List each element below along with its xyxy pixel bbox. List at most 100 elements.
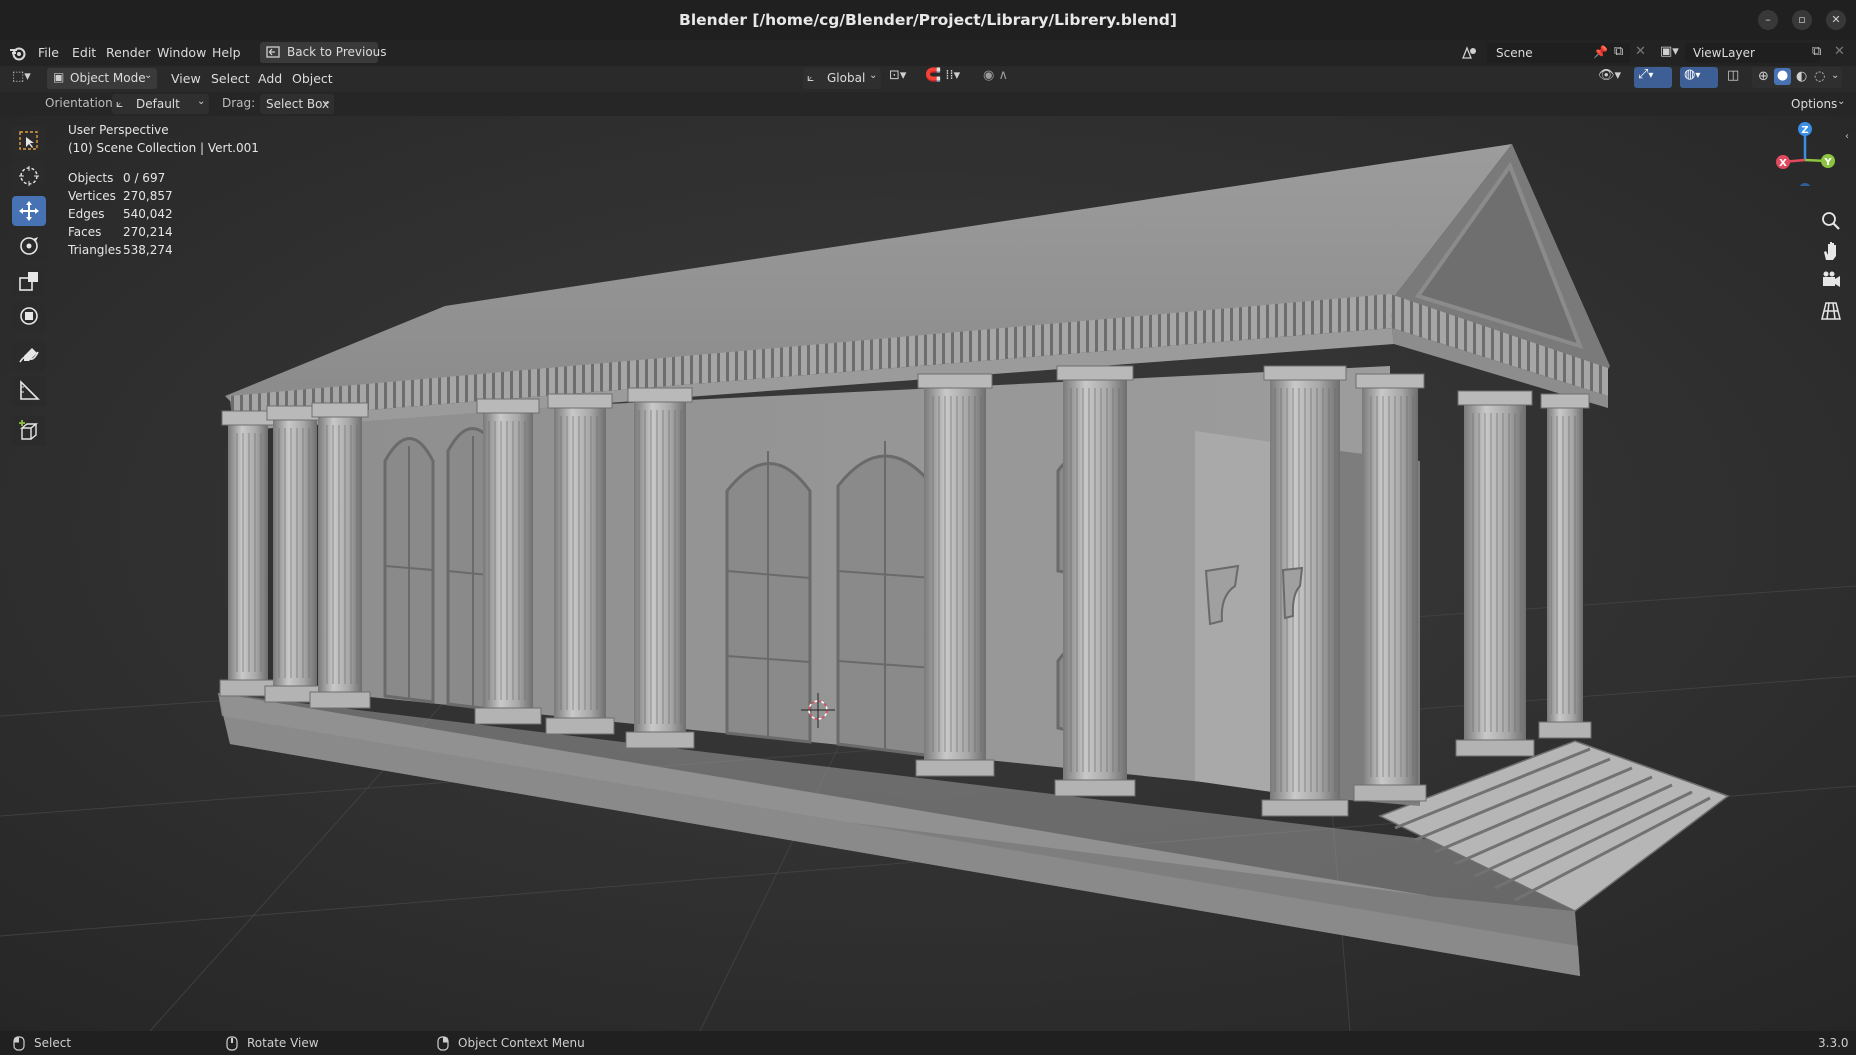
menu-help[interactable]: Help (212, 40, 241, 66)
pin-icon[interactable]: 📌 (1593, 45, 1608, 59)
menu-window[interactable]: Window (157, 40, 206, 66)
transform-tool[interactable] (12, 301, 46, 331)
status-select: Select (34, 1036, 72, 1050)
pan-button[interactable] (1818, 238, 1844, 264)
eye-icon: 👁▾ (1598, 68, 1622, 83)
gizmo-z-label: Z (1801, 125, 1808, 136)
hand-icon (1824, 242, 1836, 260)
editor-type-icon: ⬚▾ (12, 69, 31, 84)
scale-icon (19, 272, 38, 291)
select-box-icon (19, 131, 38, 150)
transform-orientation-label: Global (827, 71, 866, 85)
viewlayer-name-field[interactable]: ViewLayer (1685, 43, 1820, 63)
menu-object[interactable]: Object (292, 66, 333, 92)
maximize-button[interactable]: ▫ (1792, 10, 1812, 30)
measure-tool[interactable] (12, 376, 46, 406)
camera-view-button[interactable] (1818, 268, 1844, 294)
xray-toggle[interactable]: ◫ (1727, 68, 1747, 88)
move-icon (19, 201, 39, 221)
stat-edges-label: Edges (68, 207, 105, 221)
toggle-perspective-button[interactable] (1818, 298, 1844, 324)
rendered-shading-icon[interactable]: ◌ (1814, 69, 1825, 84)
menu-view[interactable]: View (171, 66, 201, 92)
camera-icon (1823, 271, 1840, 287)
snap-dropdown[interactable]: 🧲 ⁞⁞▾ (925, 68, 975, 88)
mouse-right-icon (437, 1036, 449, 1051)
options-dropdown[interactable]: Options ⌄ (1785, 94, 1849, 114)
sidebar-toggle-icon[interactable]: ‹ (1845, 131, 1849, 142)
editor-type-dropdown[interactable]: ⬚▾ (12, 69, 42, 89)
add-cube-icon (19, 420, 38, 440)
stat-edges-value: 540,042 (123, 207, 173, 221)
version-label: 3.3.0 (1818, 1036, 1849, 1050)
viewlayer-icon[interactable]: ▣▾ (1660, 44, 1686, 62)
minimize-icon: – (1765, 13, 1771, 26)
stat-objects-value: 0 / 697 (123, 171, 166, 185)
material-shading-icon[interactable]: ◐ (1796, 69, 1807, 84)
navigation-gizmo[interactable]: Z X Y (1765, 116, 1850, 186)
solid-shading-icon[interactable]: ● (1774, 68, 1791, 85)
scene-type-dropdown[interactable] (1460, 44, 1482, 62)
overlays-toggle[interactable]: ◍▾ (1680, 67, 1718, 88)
proportional-icon: ◉ ∧ (983, 68, 1008, 83)
pivot-point-dropdown[interactable]: ⊡▾ (889, 68, 915, 88)
gizmo-icon: ⤢ (1638, 67, 1649, 82)
visibility-dropdown[interactable]: 👁▾ (1598, 68, 1628, 88)
zoom-button[interactable] (1818, 208, 1844, 234)
delete-scene-icon[interactable]: ✕ (1635, 44, 1649, 62)
chevron-down-icon: ⌄ (1837, 96, 1846, 107)
drag-dropdown[interactable]: Select Box ⌄ (260, 94, 334, 114)
orientation-value: Default (136, 97, 180, 111)
scene-name-field[interactable]: Scene 📌 (1487, 43, 1630, 63)
mouse-middle-icon (226, 1036, 238, 1051)
stat-triangles-value: 538,274 (123, 243, 173, 257)
drag-value: Select Box (266, 97, 330, 111)
new-scene-icon[interactable]: ⧉ (1614, 44, 1630, 62)
scale-tool[interactable] (12, 266, 46, 296)
minimize-button[interactable]: – (1758, 10, 1778, 30)
chevron-down-icon: ⌄ (197, 96, 206, 107)
menu-select[interactable]: Select (211, 66, 250, 92)
new-viewlayer-icon[interactable]: ⧉ (1812, 44, 1828, 62)
object-mode-dropdown[interactable]: ▣ Object Mode ⌄ (47, 68, 157, 89)
gizmo-x-label: X (1779, 158, 1787, 169)
shading-options-icon[interactable]: ⌄ (1831, 70, 1839, 81)
select-box-tool[interactable] (12, 126, 46, 156)
menu-render[interactable]: Render (106, 40, 151, 66)
back-to-previous-label: Back to Previous (287, 45, 387, 59)
proportional-editing-dropdown[interactable]: ◉ ∧ (983, 68, 1023, 88)
annotate-tool[interactable] (12, 341, 46, 371)
rotate-tool[interactable] (12, 231, 46, 261)
orientation-dropdown[interactable]: ⟀ Default ⌄ (112, 94, 209, 114)
maximize-icon: ▫ (1798, 13, 1806, 26)
object-mode-label: Object Mode (70, 71, 146, 85)
stat-faces-label: Faces (68, 225, 102, 239)
menu-file[interactable]: File (38, 40, 59, 66)
cursor-icon (19, 166, 39, 186)
gizmo-toggle[interactable]: ⤢▾ (1634, 67, 1672, 88)
overlays-icon: ◍ (1684, 67, 1696, 82)
grid-perspective-icon (1821, 302, 1841, 320)
scene-icon (1462, 46, 1476, 59)
delete-viewlayer-icon[interactable]: ✕ (1834, 44, 1848, 62)
status-rotate: Rotate View (247, 1036, 319, 1050)
move-tool[interactable] (12, 196, 46, 226)
wireframe-shading-icon[interactable]: ⊕ (1758, 69, 1769, 84)
add-cube-tool[interactable] (12, 416, 46, 446)
transform-orientation-dropdown[interactable]: ⟀ Global ⌄ (803, 68, 881, 89)
stat-triangles-label: Triangles (68, 243, 122, 257)
cursor-tool[interactable] (12, 161, 46, 191)
window-title: Blender [/home/cg/Blender/Project/Librar… (679, 11, 1177, 29)
mouse-left-icon (13, 1036, 25, 1051)
zoom-icon (1822, 212, 1840, 230)
menu-edit[interactable]: Edit (72, 40, 96, 66)
back-to-previous-button[interactable]: Back to Previous (260, 42, 387, 63)
blender-logo-icon[interactable] (9, 45, 27, 61)
3d-viewport[interactable]: User Perspective (10) Scene Collection |… (0, 116, 1856, 1031)
view-name: User Perspective (68, 123, 169, 137)
stat-objects-label: Objects (68, 171, 114, 185)
close-button[interactable]: ✕ (1826, 10, 1846, 30)
close-icon: ✕ (1831, 13, 1841, 26)
gizmo-y-label: Y (1823, 157, 1832, 168)
menu-add[interactable]: Add (258, 66, 282, 92)
